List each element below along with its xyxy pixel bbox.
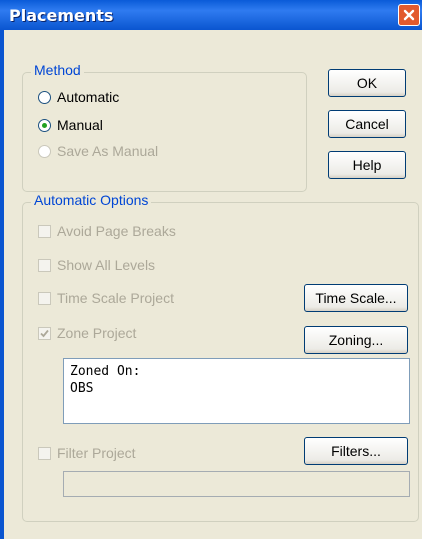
checkbox-filter-project: Filter Project	[38, 445, 136, 461]
checkbox-show-all-levels-box	[38, 258, 51, 272]
radio-manual-indicator[interactable]	[38, 118, 51, 132]
time-scale-button[interactable]: Time Scale...	[304, 284, 408, 312]
radio-save-as-manual-label: Save As Manual	[57, 143, 159, 159]
checkbox-show-all-levels-label: Show All Levels	[57, 257, 156, 273]
radio-save-as-manual: Save As Manual	[38, 143, 158, 159]
filter-field	[63, 471, 410, 497]
radio-manual-label: Manual	[57, 117, 103, 133]
zoned-on-line-2: OBS	[70, 381, 94, 396]
title-bar[interactable]: Placements	[0, 0, 422, 30]
method-group-label: Method	[31, 62, 84, 78]
checkbox-show-all-levels: Show All Levels	[38, 257, 155, 273]
window-title: Placements	[9, 6, 114, 25]
checkbox-time-scale-project-box	[38, 291, 51, 305]
radio-manual[interactable]: Manual	[38, 117, 103, 133]
zoned-on-listbox[interactable]: Zoned On: OBS	[63, 358, 410, 424]
checkbox-time-scale-project-label: Time Scale Project	[57, 290, 174, 306]
filters-button[interactable]: Filters...	[304, 437, 408, 465]
cancel-button[interactable]: Cancel	[328, 110, 406, 138]
zoning-button[interactable]: Zoning...	[304, 326, 408, 354]
checkbox-avoid-page-breaks-label: Avoid Page Breaks	[57, 223, 176, 239]
close-icon	[403, 9, 415, 21]
automatic-options-group-label: Automatic Options	[31, 192, 152, 208]
checkbox-filter-project-box	[38, 446, 51, 460]
radio-save-as-manual-indicator	[38, 144, 51, 158]
checkbox-zone-project: Zone Project	[38, 325, 136, 341]
zoned-on-line-1: Zoned On:	[70, 364, 141, 379]
checkbox-time-scale-project: Time Scale Project	[38, 290, 174, 306]
checkbox-avoid-page-breaks-box	[38, 224, 51, 238]
checkbox-filter-project-label: Filter Project	[57, 445, 136, 461]
close-button[interactable]	[398, 4, 420, 26]
checkbox-zone-project-box	[38, 326, 51, 340]
window-border	[0, 30, 4, 539]
checkbox-zone-project-label: Zone Project	[57, 325, 137, 341]
placements-dialog: Placements Method Automatic Manual Save …	[0, 0, 422, 539]
radio-automatic-indicator[interactable]	[38, 90, 51, 104]
radio-automatic[interactable]: Automatic	[38, 89, 119, 105]
ok-button[interactable]: OK	[328, 69, 406, 97]
radio-automatic-label: Automatic	[57, 89, 120, 105]
help-button[interactable]: Help	[328, 151, 406, 179]
checkbox-avoid-page-breaks: Avoid Page Breaks	[38, 223, 176, 239]
checkmark-icon	[40, 329, 49, 337]
